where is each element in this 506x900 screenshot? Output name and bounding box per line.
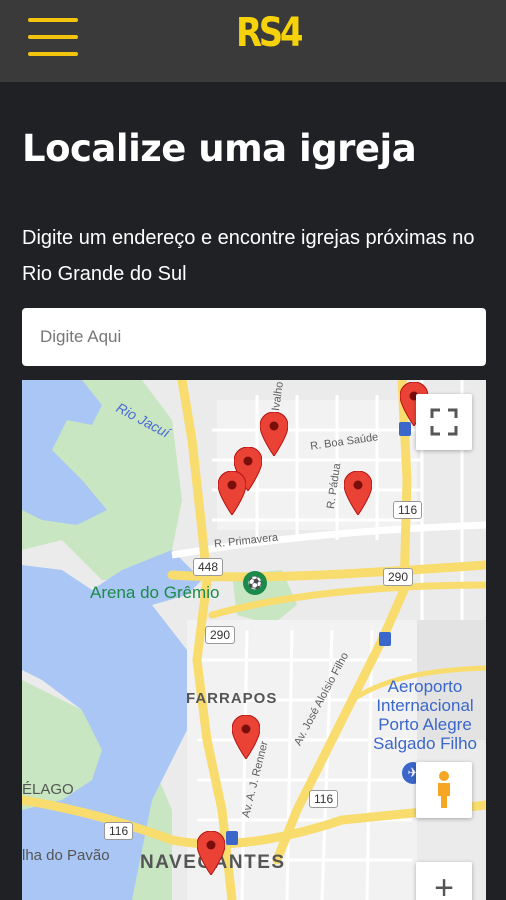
street-view-pegman-button[interactable] <box>416 762 472 818</box>
pegman-icon <box>438 771 450 808</box>
train-station-icon <box>379 632 391 646</box>
main-content: Localize uma igreja Digite um endereço e… <box>0 82 506 900</box>
fullscreen-button[interactable] <box>416 394 472 450</box>
highway-shield-290: 290 <box>205 626 236 644</box>
highway-shield-116: 116 <box>393 501 423 519</box>
page-subtitle: Digite um endereço e encontre igrejas pr… <box>22 227 475 285</box>
highway-shield-290: 290 <box>383 568 414 586</box>
map-label-airport[interactable]: Aeroporto Internacional Porto Alegre Sal… <box>360 677 486 753</box>
stadium-icon: ⚽ <box>243 571 267 595</box>
map-label-arena-gremio[interactable]: Arena do Grêmio <box>90 583 219 603</box>
church-map[interactable]: Rio Jacuí Ivalho Borges R. Boa Saúde R. … <box>22 380 486 900</box>
fullscreen-icon <box>430 408 458 436</box>
map-label-arquipelago: ÉLAGO <box>22 781 74 798</box>
top-bar: RS4 <box>0 0 506 82</box>
airport-line-3: Porto Alegre <box>378 715 472 734</box>
menu-icon[interactable] <box>28 18 78 56</box>
airport-line-4: Salgado Filho <box>373 734 477 753</box>
church-marker[interactable] <box>344 471 372 515</box>
highway-shield-116: 116 <box>309 790 339 808</box>
address-search-input[interactable] <box>22 308 486 366</box>
church-marker[interactable] <box>260 412 288 456</box>
logo[interactable]: RS4 <box>236 10 304 56</box>
map-label-farrapos: FARRAPOS <box>186 690 278 707</box>
page-title: Localize uma igreja <box>22 127 417 170</box>
zoom-in-button[interactable]: + <box>416 862 472 900</box>
airport-line-2: Internacional <box>376 696 474 715</box>
highway-shield-448: 448 <box>193 558 224 576</box>
train-station-icon <box>226 831 238 845</box>
highway-shield-116: 116 <box>104 822 134 840</box>
church-marker[interactable] <box>197 831 225 875</box>
church-marker[interactable] <box>218 471 246 515</box>
airport-line-1: Aeroporto <box>387 677 463 696</box>
map-label-ilha-pavao: lha do Pavão <box>22 847 110 864</box>
church-marker[interactable] <box>232 715 260 759</box>
